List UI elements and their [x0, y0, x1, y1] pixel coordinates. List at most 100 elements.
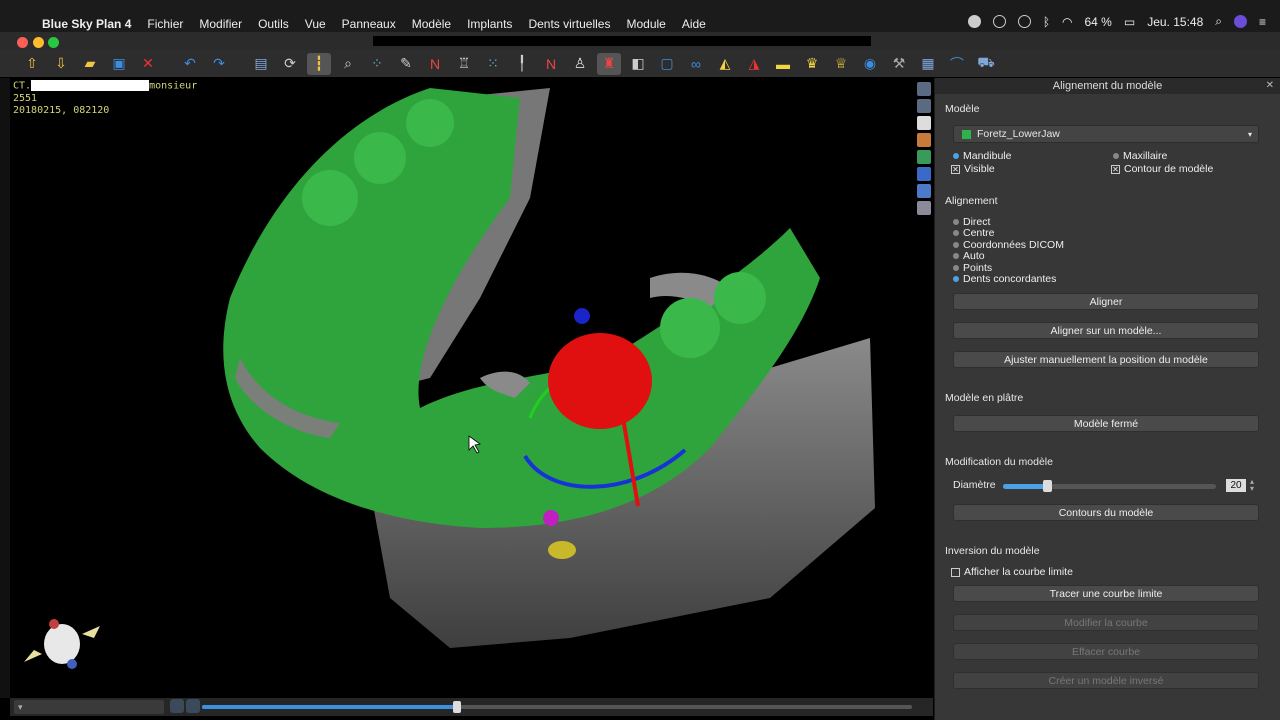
siri-icon[interactable] [1233, 15, 1247, 28]
save-icon[interactable]: ▣ [107, 53, 131, 75]
crown-icon[interactable]: ♛ [800, 53, 824, 75]
diameter-slider-thumb[interactable] [1043, 480, 1052, 492]
view-slice-icon[interactable] [917, 167, 931, 181]
guide-icon[interactable]: ◭ [713, 53, 737, 75]
axis-handle-blue[interactable] [574, 308, 590, 324]
notification-center-icon[interactable]: ≡ [1259, 15, 1266, 29]
create-inverted-model-button[interactable]: Créer un modèle inversé [953, 672, 1259, 689]
menu-module[interactable]: Module [626, 17, 665, 31]
axis-handle-magenta[interactable] [543, 510, 559, 526]
open-folder-icon[interactable]: ▰ [78, 53, 102, 75]
view-tooth-icon[interactable] [917, 116, 931, 130]
view-axial-icon[interactable] [917, 99, 931, 113]
diameter-input[interactable]: 20 [1226, 479, 1246, 492]
menu-vue[interactable]: Vue [305, 17, 326, 31]
battery-icon[interactable]: ▭ [1124, 15, 1135, 29]
modify-curve-button[interactable]: Modifier la courbe [953, 614, 1259, 631]
menu-fichier[interactable]: Fichier [147, 17, 183, 31]
eye-icon[interactable]: ◉ [858, 53, 882, 75]
mandibule-radio[interactable]: Mandibule [953, 150, 1011, 162]
tools-icon[interactable]: ⚒ [887, 53, 911, 75]
model-select-dropdown[interactable]: Foretz_LowerJaw ▾ [953, 125, 1259, 143]
wifi-icon[interactable]: ◠ [1062, 15, 1072, 29]
nerve-canal-icon[interactable]: N [539, 53, 563, 75]
arc-icon[interactable]: ⌒ [945, 53, 969, 75]
rotate-view-icon[interactable]: ⟳ [278, 53, 302, 75]
align-teeth-radio[interactable]: Dents concordantes [953, 273, 1056, 285]
bluetooth-icon[interactable]: ᛒ [1043, 15, 1050, 29]
tooth-icon[interactable]: ♖ [452, 53, 476, 75]
import-icon[interactable]: ⇩ [49, 53, 73, 75]
model-contours-button[interactable]: Contours du modèle [953, 504, 1259, 521]
align-button[interactable]: Aligner [953, 293, 1259, 310]
menu-dents-virtuelles[interactable]: Dents virtuelles [528, 17, 610, 31]
view-arch-icon[interactable] [917, 184, 931, 198]
zoom-window-button[interactable] [48, 37, 59, 48]
panel-close-icon[interactable]: ✕ [1266, 78, 1274, 94]
denture-icon[interactable]: ♕ [829, 53, 853, 75]
view-globe-icon[interactable] [917, 150, 931, 164]
view-face-icon[interactable] [917, 133, 931, 147]
points-icon[interactable]: ⁘ [365, 53, 389, 75]
slice-slider-thumb[interactable] [453, 701, 461, 713]
menu-modifier[interactable]: Modifier [199, 17, 242, 31]
menu-panneaux[interactable]: Panneaux [342, 17, 396, 31]
visible-checkbox[interactable]: ✕ Visible [951, 163, 995, 175]
spotlight-icon[interactable]: ⌕ [1215, 14, 1222, 29]
ruler-icon[interactable]: ┇ [307, 52, 331, 75]
model-align-icon[interactable]: ♜ [597, 52, 621, 75]
diameter-slider[interactable] [1003, 480, 1216, 492]
view-3d-icon[interactable] [917, 82, 931, 96]
scroll-left-icon[interactable] [170, 699, 184, 713]
plate-icon[interactable]: ▬ [771, 53, 795, 75]
undo-icon[interactable]: ↶ [178, 53, 202, 75]
curve-points-icon[interactable]: ⁙ [481, 53, 505, 75]
show-curve-checkbox[interactable]: Afficher la courbe limite [951, 566, 1073, 578]
guide-warning-icon[interactable]: ◮ [742, 53, 766, 75]
zoom-icon[interactable]: ⌕ [336, 53, 360, 75]
implant-icon[interactable]: ╿ [510, 53, 534, 75]
menu-implants[interactable]: Implants [467, 17, 512, 31]
menu-modele[interactable]: Modèle [412, 17, 451, 31]
virtual-tooth-icon[interactable]: ♙ [568, 53, 592, 75]
contour-checkbox[interactable]: ✕ Contour de modèle [1111, 163, 1213, 175]
link-icon[interactable]: ∞ [684, 53, 708, 75]
align-on-model-button[interactable]: Aligner sur un modèle... [953, 322, 1259, 339]
maxillaire-radio[interactable]: Maxillaire [1113, 150, 1167, 162]
box-icon[interactable]: ▢ [655, 53, 679, 75]
gradient-icon[interactable]: ◧ [626, 53, 650, 75]
pen-icon[interactable]: ✎ [394, 53, 418, 75]
3d-viewport[interactable]: CT. monsieur 2551 20180215, 082120 [10, 78, 933, 698]
redo-icon[interactable]: ↷ [207, 53, 231, 75]
manual-adjust-button[interactable]: Ajuster manuellement la position du modè… [953, 351, 1259, 368]
cart-icon[interactable]: ⛟ [974, 53, 998, 75]
close-project-icon[interactable]: ✕ [136, 53, 160, 75]
selected-tooth-red[interactable] [548, 333, 652, 429]
view-jaw-icon[interactable] [917, 201, 931, 215]
minimize-window-button[interactable] [33, 37, 44, 48]
diameter-stepper[interactable]: ▴ ▾ [1250, 478, 1254, 493]
layout-icon[interactable]: ▤ [249, 53, 273, 75]
menu-outils[interactable]: Outils [258, 17, 289, 31]
app-menu[interactable]: Blue Sky Plan 4 [42, 17, 131, 31]
align-auto-radio[interactable]: Auto [953, 250, 985, 262]
grid-icon[interactable]: ▦ [916, 53, 940, 75]
view-select-dropdown[interactable]: ▾ [14, 700, 164, 714]
time-machine-icon[interactable] [1017, 15, 1031, 28]
orientation-head-widget[interactable] [24, 619, 100, 669]
slice-slider[interactable] [202, 701, 912, 713]
closed-model-button[interactable]: Modèle fermé [953, 415, 1259, 432]
battery-label[interactable]: 64 % [1085, 15, 1112, 29]
implant-marker[interactable] [548, 541, 576, 559]
scroll-reset-icon[interactable] [186, 699, 200, 713]
new-project-icon[interactable]: ⇧ [20, 53, 44, 75]
clock[interactable]: Jeu. 15:48 [1147, 15, 1203, 29]
close-window-button[interactable] [17, 37, 28, 48]
record-icon[interactable] [967, 15, 981, 28]
menu-aide[interactable]: Aide [682, 17, 706, 31]
nerve-icon[interactable]: N [423, 53, 447, 75]
status-h-icon[interactable] [992, 15, 1006, 28]
erase-curve-button[interactable]: Effacer courbe [953, 643, 1259, 660]
align-centre-radio[interactable]: Centre [953, 227, 995, 239]
trace-curve-button[interactable]: Tracer une courbe limite [953, 585, 1259, 602]
